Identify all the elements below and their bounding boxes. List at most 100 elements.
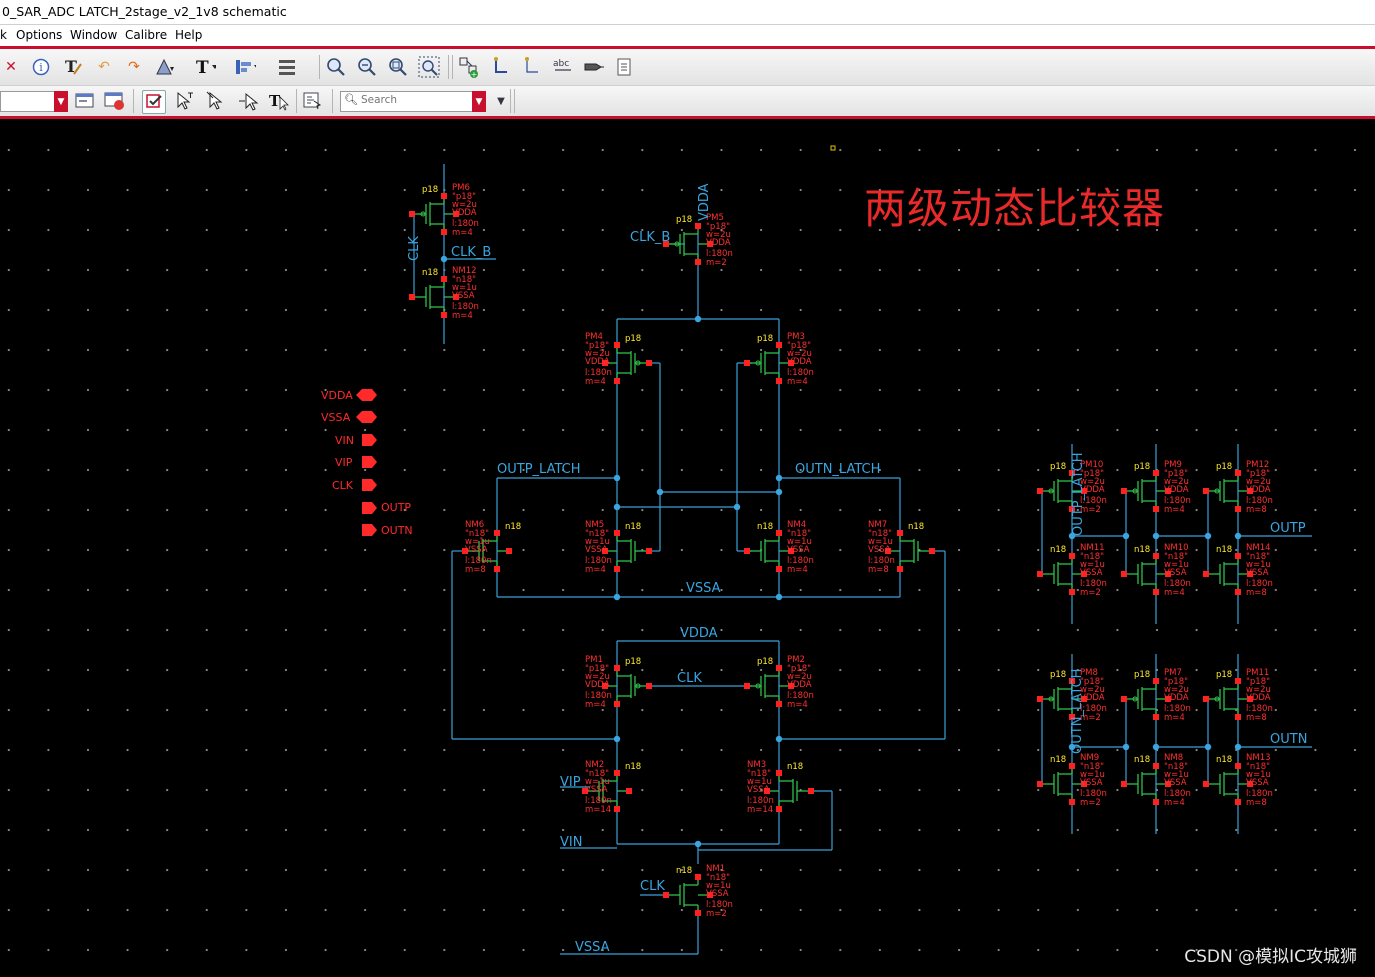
terminal-source [1069, 589, 1075, 595]
device-multiplier: m=2 [1080, 588, 1101, 598]
select-drag-icon[interactable] [238, 90, 260, 112]
text-tool-icon[interactable]: T [194, 56, 216, 78]
device-multiplier: m=4 [1164, 713, 1185, 723]
device-model: n18 [1050, 755, 1066, 765]
redo-icon[interactable]: ↷ [123, 56, 145, 78]
terminal-gate [1203, 488, 1209, 494]
device-layer: PM6"p18"w=2uVDDAl:180nm=4p18NM12"n18"w=1… [409, 183, 1273, 919]
schematic-drawing: PM6"p18"w=2uVDDAl:180nm=4p18NM12"n18"w=1… [321, 145, 1312, 955]
search-input[interactable] [361, 94, 469, 106]
device-multiplier: m=4 [787, 377, 808, 387]
transistor-pm4[interactable]: PM4"p18"w=2uVDDAl:180nm=4p18 [585, 332, 652, 387]
label-abc-icon[interactable]: abc [551, 56, 573, 78]
transistor-nm3[interactable]: NM3"n18"w=1uVSSAl:180nm=14n18 [747, 760, 814, 815]
pin-label-clk: CLK [332, 479, 354, 492]
net-label-vdda-top: VDDA [697, 183, 712, 221]
pin-clk[interactable]: CLK [332, 479, 377, 492]
zoom-out-icon[interactable] [356, 56, 378, 78]
toolbar-main: ✕ i T ↶ ↷ T + abc [0, 49, 1375, 86]
pin-outp[interactable]: OUTP [362, 501, 411, 514]
terminal-gate [1121, 696, 1127, 702]
text-cursor-icon[interactable]: T [62, 56, 84, 78]
wire-junction [656, 488, 664, 496]
terminal-bulk [626, 788, 632, 794]
schematic-canvas[interactable]: PM6 "p18" w=2u VDDA l:180n m=4 p18 NM12 "n18" w=1… [0, 119, 1375, 977]
device-bulk-net: VSSA [465, 545, 488, 555]
search-dropdown-chevron-down-icon[interactable]: ▼ [472, 91, 486, 112]
terminal-gate [1203, 696, 1209, 702]
align-icon[interactable] [234, 56, 256, 78]
terminal-drain [614, 770, 620, 776]
wire-junction [775, 593, 783, 601]
device-multiplier: m=8 [1246, 588, 1267, 598]
search-icon: 🔍︎ [344, 93, 358, 106]
command-field[interactable] [0, 91, 56, 112]
select-pointer-icon[interactable] [206, 90, 228, 112]
terminal-gate [808, 788, 814, 794]
info-icon[interactable]: i [30, 56, 52, 78]
terminal-source [614, 806, 620, 812]
svg-text:+: + [471, 70, 478, 78]
pin-label-outp: OUTP [381, 501, 411, 514]
command-dropdown-chevron-down-icon[interactable]: ▼ [54, 91, 68, 112]
menu-bar: k Options Window Calibre Help [0, 25, 1375, 46]
transistor-nm1[interactable]: NM1"n18"w=1uVSSAl:180nm=2n18 [663, 864, 733, 919]
menu-item-window[interactable]: Window [70, 28, 117, 42]
terminal-source [1235, 799, 1241, 805]
net-label-vdda-mid: VDDA [680, 626, 718, 641]
pin-icon[interactable] [582, 56, 604, 78]
wire-junction [1234, 532, 1242, 540]
terminal-source [1235, 714, 1241, 720]
pin-vdda[interactable]: VDDA [321, 389, 377, 402]
terminal-drain [776, 342, 782, 348]
pin-label-vin: VIN [335, 434, 354, 447]
terminal-source [1235, 506, 1241, 512]
zoom-select-icon[interactable] [418, 56, 440, 78]
circuit-title-annotation: 两级动态比较器 [864, 184, 1166, 233]
zoom-fit-icon[interactable] [387, 56, 409, 78]
menu-item-k[interactable]: k [0, 28, 7, 42]
wire-narrow-icon[interactable] [521, 56, 543, 78]
toolbar-overflow-chevron-down-icon[interactable]: ▼ [490, 90, 512, 112]
device-model: n18 [676, 866, 692, 876]
hierarchy-icon[interactable] [302, 90, 324, 112]
terminal-source [614, 566, 620, 572]
pin-vssa[interactable]: VSSA [321, 411, 377, 424]
pin-outn[interactable]: OUTN [362, 524, 413, 537]
distribute-icon[interactable] [276, 56, 298, 78]
device-bulk-net: VSSA [1246, 778, 1269, 788]
terminal-drain [1153, 678, 1159, 684]
transistor-nm7[interactable]: NM7"n18"w=1uVSSAl:180nm=8n18 [868, 520, 935, 575]
transistor-nm6[interactable]: NM6"n18"w=1uVSSAl:180nm=8n18 [462, 520, 521, 575]
pin-vin[interactable]: VIN [335, 434, 377, 447]
pin-vip[interactable]: VIP [335, 456, 377, 469]
terminal-drain [1235, 678, 1241, 684]
menu-item-help[interactable]: Help [175, 28, 202, 42]
select-mode-icon[interactable] [142, 90, 166, 114]
menu-item-calibre[interactable]: Calibre [125, 28, 167, 42]
wire-junction [733, 503, 741, 511]
device-multiplier: m=2 [706, 909, 727, 919]
wire-junction [694, 315, 702, 323]
device-multiplier: m=4 [787, 565, 808, 575]
terminal-gate [1203, 781, 1209, 787]
text-select-icon[interactable]: T [268, 90, 290, 112]
transistor-nm5[interactable]: NM5"n18"w=1uVSSAl:180nm=4n18 [585, 520, 652, 575]
menu-item-options[interactable]: Options [16, 28, 62, 42]
close-icon[interactable]: ✕ [0, 56, 22, 78]
device-model: n18 [787, 762, 803, 772]
transistor-pm1[interactable]: PM1"p18"w=2uVDDAl:180nm=4p18 [585, 655, 652, 710]
pin-label-vip: VIP [335, 456, 353, 469]
zoom-in-icon[interactable] [325, 56, 347, 78]
terminal-source [1235, 589, 1241, 595]
window-settings-icon[interactable] [104, 90, 126, 112]
transistor-nm2[interactable]: NM2"n18"w=1uVSSAl:180nm=14n18 [582, 760, 641, 815]
stretch-icon[interactable] [154, 56, 176, 78]
search-field[interactable]: 🔍︎ [340, 91, 473, 112]
window-list-icon[interactable] [74, 90, 96, 112]
wire-icon[interactable] [490, 56, 512, 78]
properties-icon[interactable] [613, 56, 635, 78]
undo-icon[interactable]: ↶ [93, 56, 115, 78]
add-instance-icon[interactable]: + [458, 56, 480, 78]
select-area-icon[interactable] [174, 90, 196, 112]
